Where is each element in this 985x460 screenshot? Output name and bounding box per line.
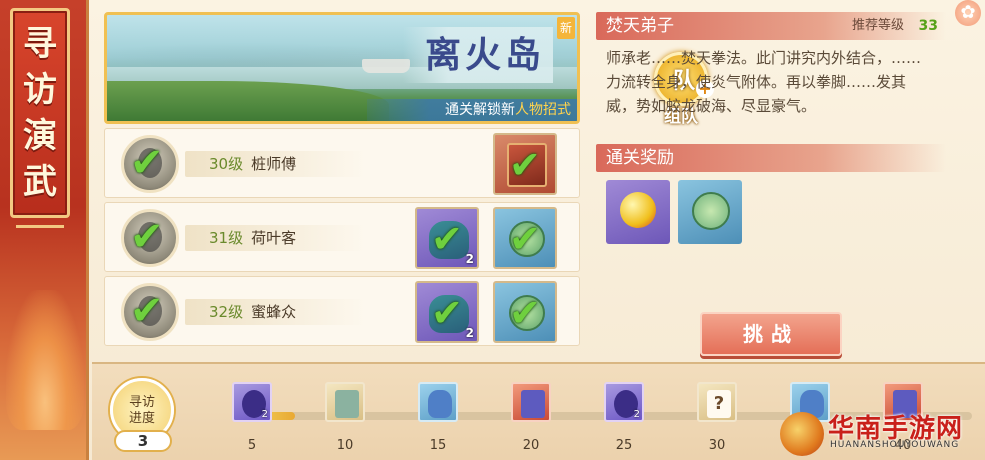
fire-orb-icon [620,192,656,228]
blue-vase-icon [428,390,452,418]
featured-stage-card[interactable]: 离火岛 通关解锁新人物招式 新 [104,12,580,124]
unlock-highlight: 人物招式 [515,102,571,118]
milestone-reward[interactable]: ? [697,382,737,422]
reward-slot[interactable]: ✔ [493,207,557,269]
opponent-row[interactable]: ✔ 30级 桩师傅 ✔ [104,128,580,198]
milestone-value: 5 [247,438,257,453]
reward-slot[interactable]: ✔ [493,281,557,343]
opponent-name-plate: 30级 桩师傅 [185,151,365,177]
reward-slot[interactable]: ✔ 2 [415,207,479,269]
map-scroll-icon [335,390,359,418]
progress-label-line1: 寻访 [128,395,155,410]
title-char: 演 [23,116,57,156]
reward-quantity: 2 [465,252,474,266]
watermark-logo-icon [780,412,824,456]
checkmark-icon: ✔ [431,291,463,335]
checkmark-icon: ✔ [431,217,463,261]
jade-coin-icon [692,192,730,230]
milestone-reward[interactable] [325,382,365,422]
reward-slot[interactable]: ✔ 2 [415,281,479,343]
opponent-name: 荷叶客 [251,229,297,247]
title-char: 寻 [23,24,57,64]
info-header: 焚天弟子 推荐等级 33 [596,12,946,40]
mystery-scroll-icon: ? [707,390,731,418]
reward-slot[interactable]: ✔ [493,133,557,195]
opponent-info: 焚天弟子 推荐等级 33 师承老……焚天拳法。此门讲究内外结合，……力流转全身，… [596,12,946,244]
avatar: ✔ [121,209,179,267]
watermark: 华南手游网 HUANANSHOUYOUWANG [780,408,985,460]
opponent-name-plate: 32级 蜜蜂众 [185,299,365,325]
checkmark-icon: ✔ [130,288,164,334]
avatar: ✔ [121,135,179,193]
milestone-value: 20 [522,438,540,453]
milestone-reward[interactable]: 2 [232,382,272,422]
opponent-row[interactable]: ✔ 32级 蜜蜂众 ✔ 2 ✔ [104,276,580,346]
challenge-button[interactable]: 挑战 [700,312,842,356]
milestone-quantity: 2 [633,409,640,420]
milestone-value: 30 [708,438,726,453]
rewards-header-label: 通关奖励 [606,148,674,168]
milestone-value: 15 [429,438,447,453]
clear-rewards [596,180,946,244]
side-banner: 寻 访 演 武 [0,0,92,460]
stage-name: 离火岛 [403,27,553,83]
progress-count: 3 [114,430,172,452]
treasure-box-icon [521,390,545,418]
opponent-name: 桩师傅 [251,155,297,173]
title-char: 访 [23,70,57,110]
opponent-level: 32级 [209,303,244,321]
opponent-rows: ✔ 30级 桩师傅 ✔ ✔ 31级 荷叶客 ✔ 2 ✔ ✔ 32级 蜜蜂众 ✔ … [104,128,580,350]
milestone-value: 25 [615,438,633,453]
info-title: 焚天弟子 [606,16,674,36]
checkmark-icon: ✔ [130,140,164,186]
checkmark-icon: ✔ [130,214,164,260]
milestone-reward[interactable] [418,382,458,422]
opponent-level: 31级 [209,229,244,247]
milestone-quantity: 2 [261,409,268,420]
reward-slot[interactable] [678,180,742,244]
unlock-hint: 通关解锁新人物招式 [367,99,577,121]
recommend-level-label: 推荐等级 [851,18,904,33]
recommend-level-value: 33 [918,18,938,34]
flame-decoration [6,290,84,430]
checkmark-icon: ✔ [509,291,541,335]
reward-quantity: 2 [465,326,474,340]
reward-slot[interactable] [606,180,670,244]
checkmark-icon: ✔ [509,143,541,187]
checkmark-icon: ✔ [509,217,541,261]
banner-knot-decoration [16,225,64,237]
rewards-header: 通关奖励 [596,144,946,172]
progress-label-line2: 进度 [128,411,155,426]
opponent-name: 蜜蜂众 [251,303,297,321]
title-char: 武 [23,162,57,202]
opponent-level: 30级 [209,155,244,173]
page-title: 寻 访 演 武 [10,8,70,218]
watermark-subtext: HUANANSHOUYOUWANG [830,440,960,450]
info-description: 师承老……焚天拳法。此门讲究内外结合，……力流转全身，使炎气附体。再以拳脚……发… [606,49,922,115]
milestone-reward[interactable]: 2 [604,382,644,422]
unlock-text: 通关解锁新 [445,102,515,118]
opponent-name-plate: 31级 荷叶客 [185,225,365,251]
new-badge: 新 [557,17,575,39]
stage-list[interactable]: 离火岛 通关解锁新人物招式 新 ✔ 30级 桩师傅 ✔ ✔ 31级 荷叶客 ✔ … [104,12,582,354]
close-button[interactable]: ✿ [955,0,981,26]
avatar: ✔ [121,283,179,341]
opponent-row[interactable]: ✔ 31级 荷叶客 ✔ 2 ✔ [104,202,580,272]
milestone-reward[interactable] [511,382,551,422]
milestone-value: 10 [336,438,354,453]
close-icon: ✿ [960,2,976,23]
